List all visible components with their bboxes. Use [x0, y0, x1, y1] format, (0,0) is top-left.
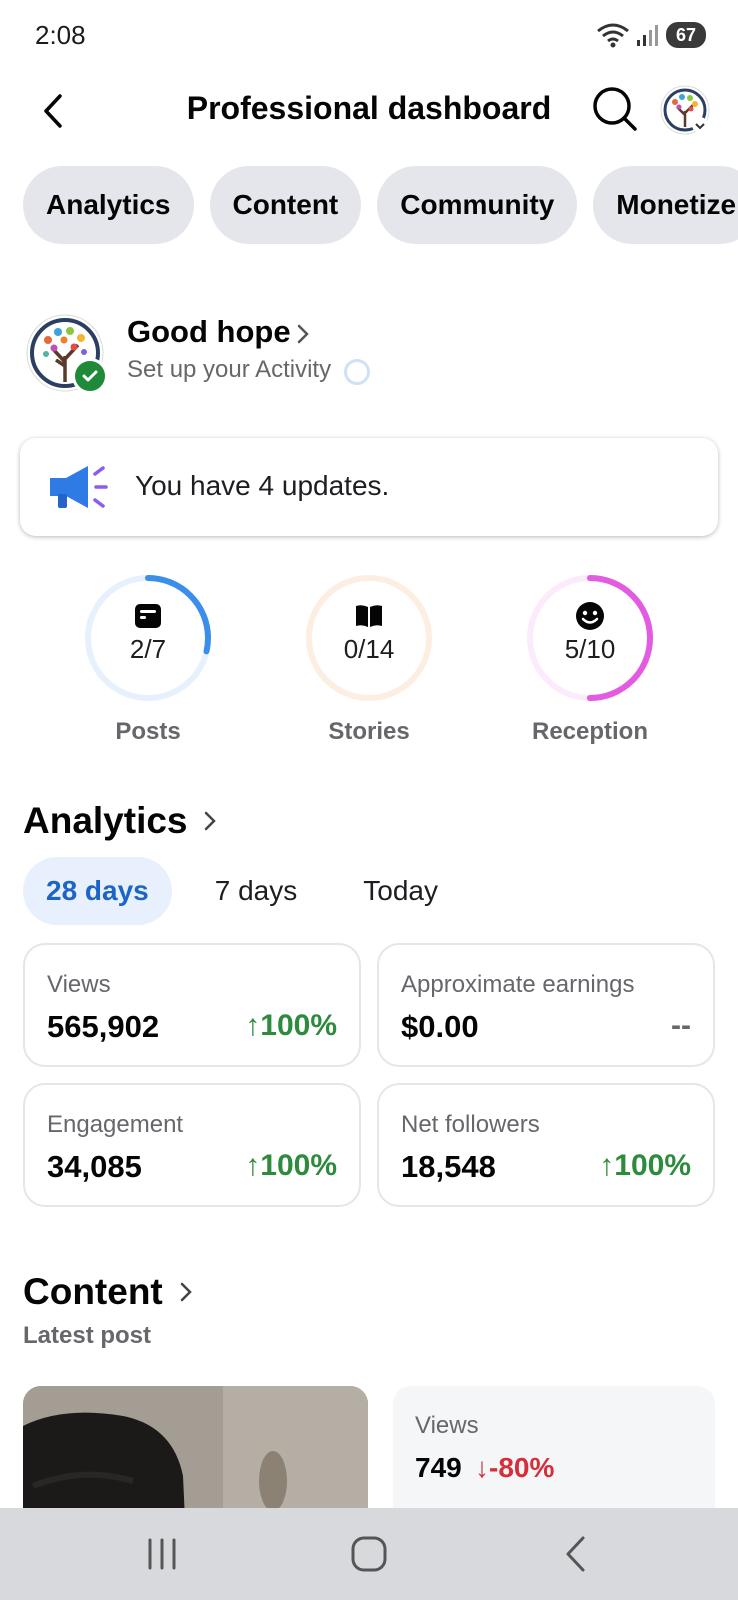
status-bar: 2:08 67: [0, 0, 738, 72]
ring-posts-label: Posts: [115, 718, 181, 745]
chip-content[interactable]: Content: [209, 166, 362, 244]
goal-progress-rings: 2/7 Posts 0/14 Stories 5/10 Reception: [0, 572, 738, 752]
stat-value: 34,085: [47, 1149, 142, 1184]
ring-posts-value: 2/7: [129, 634, 167, 664]
book-icon: [356, 605, 382, 627]
stat-card-views[interactable]: Views 565,902 ↑100%: [23, 943, 361, 1067]
stat-change: ↑100%: [599, 1149, 691, 1182]
status-icons: 67: [596, 22, 706, 48]
ring-reception[interactable]: 5/10 Reception: [520, 572, 660, 746]
verified-check-icon: [72, 358, 108, 394]
stat-change: ↑100%: [245, 1009, 337, 1042]
updates-card[interactable]: You have 4 updates.: [20, 438, 718, 536]
activity-progress-icon: [344, 359, 370, 385]
status-time: 2:08: [35, 20, 86, 50]
post-views-label: Views: [415, 1412, 479, 1439]
stat-value: $0.00: [401, 1009, 479, 1044]
chip-monetize[interactable]: Monetize: [593, 166, 738, 244]
stat-change: --: [671, 1009, 691, 1042]
stat-label: Views: [47, 971, 111, 998]
post-views-change: ↓-80%: [475, 1452, 555, 1483]
post-icon: [135, 604, 161, 628]
content-heading[interactable]: Content: [23, 1271, 163, 1313]
stat-label: Engagement: [47, 1111, 184, 1138]
chevron-right-icon: [297, 324, 309, 344]
stat-change: ↑100%: [245, 1149, 337, 1182]
ring-stories-label: Stories: [328, 718, 410, 745]
ring-reception-label: Reception: [531, 718, 648, 745]
ring-posts[interactable]: 2/7 Posts: [78, 572, 218, 746]
tab-7-days[interactable]: 7 days: [192, 857, 321, 925]
latest-post-label: Latest post: [23, 1322, 152, 1349]
tab-today[interactable]: Today: [340, 857, 461, 925]
smiley-icon: [576, 602, 604, 630]
signal-icon: [636, 25, 658, 46]
chip-community[interactable]: Community: [377, 166, 578, 244]
stat-value: 565,902: [47, 1009, 160, 1044]
stat-label: Approximate earnings: [401, 971, 635, 998]
date-range-tabs: 28 days 7 days Today: [23, 857, 461, 925]
arrow-up-icon: ↑: [599, 1149, 615, 1182]
chip-analytics[interactable]: Analytics: [23, 166, 194, 244]
back-nav-icon[interactable]: [551, 1532, 601, 1576]
ring-reception-value: 5/10: [564, 634, 616, 664]
system-nav-bar: [0, 1508, 738, 1600]
chevron-right-icon[interactable]: [176, 1277, 196, 1307]
ring-stories[interactable]: 0/14 Stories: [299, 572, 439, 746]
page-name: Good hope: [127, 314, 291, 349]
ring-stories-value: 0/14: [343, 634, 395, 664]
profile-switcher-avatar[interactable]: [660, 85, 710, 135]
stat-card-earnings[interactable]: Approximate earnings $0.00 --: [377, 943, 715, 1067]
home-icon[interactable]: [344, 1532, 394, 1576]
analytics-heading[interactable]: Analytics: [23, 800, 188, 842]
recent-apps-icon[interactable]: [137, 1532, 187, 1576]
post-views-value: 749: [415, 1452, 462, 1483]
stat-card-engagement[interactable]: Engagement 34,085 ↑100%: [23, 1083, 361, 1207]
battery-indicator: 67: [665, 22, 706, 48]
stat-label: Net followers: [401, 1111, 540, 1138]
chevron-right-icon[interactable]: [200, 806, 220, 836]
arrow-up-icon: ↑: [245, 1009, 261, 1042]
search-icon[interactable]: [590, 84, 640, 134]
profile-row[interactable]: Good hope Set up your Activity: [26, 312, 716, 394]
tab-28-days[interactable]: 28 days: [23, 857, 172, 925]
arrow-up-icon: ↑: [245, 1149, 261, 1182]
updates-text: You have 4 updates.: [135, 470, 390, 501]
top-nav: Professional dashboard: [0, 72, 738, 152]
stat-card-net-followers[interactable]: Net followers 18,548 ↑100%: [377, 1083, 715, 1207]
activity-setup-text: Set up your Activity: [127, 356, 332, 383]
megaphone-icon: [50, 466, 108, 508]
section-chips: Analytics Content Community Monetize: [23, 166, 738, 244]
arrow-down-icon: ↓: [475, 1452, 489, 1483]
wifi-icon: [597, 23, 629, 48]
stat-value: 18,548: [401, 1149, 496, 1184]
